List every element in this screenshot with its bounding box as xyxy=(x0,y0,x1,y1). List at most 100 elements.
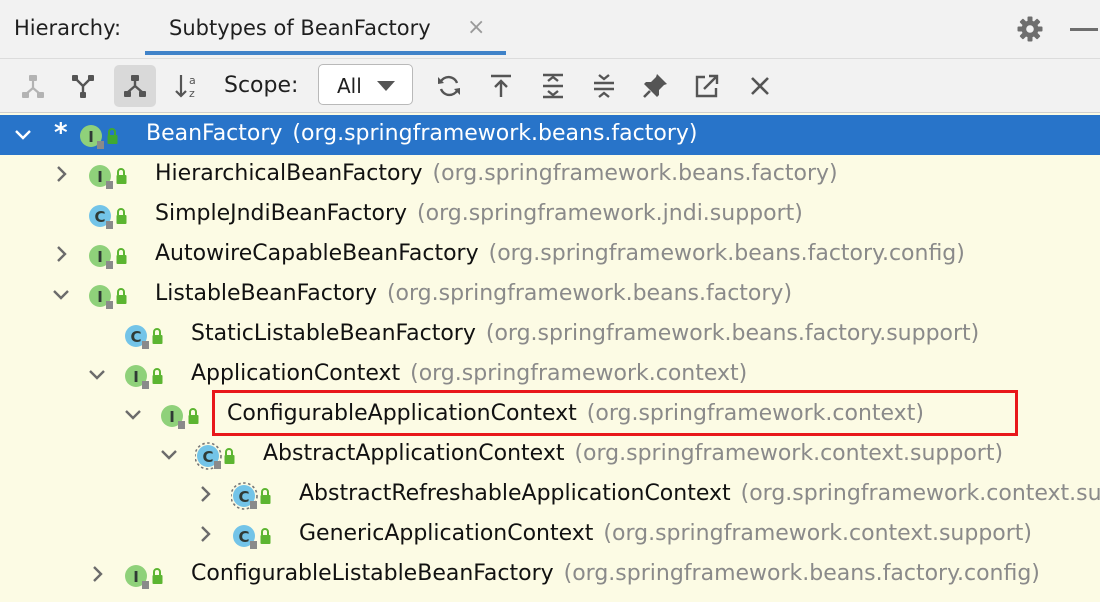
svg-text:C: C xyxy=(202,448,213,466)
collapse-all-icon xyxy=(594,74,614,98)
type-name-label: AbstractRefreshableApplicationContext xyxy=(299,481,731,506)
chevron-down-icon[interactable] xyxy=(51,284,71,304)
package-label: (org.springframework.context.support) xyxy=(740,481,1100,506)
svg-text:I: I xyxy=(97,288,103,306)
interface-icon: I xyxy=(125,565,163,589)
chevron-down-icon[interactable] xyxy=(123,404,143,424)
chevron-right-icon[interactable] xyxy=(87,564,107,584)
type-name-label: HierarchicalBeanFactory xyxy=(155,161,423,186)
hierarchy-toolbar: a z Scope: All xyxy=(0,58,1100,113)
chevron-right-icon[interactable] xyxy=(195,524,215,544)
interface-icon: I xyxy=(89,285,127,309)
tree-row[interactable]: I ConfigurableApplicationContext (org.spri… xyxy=(0,395,1100,435)
svg-text:C: C xyxy=(238,488,249,506)
open-in-window-icon xyxy=(695,74,719,98)
package-label: (org.springframework.beans.factory) xyxy=(432,161,838,186)
subtypes-hierarchy-icon xyxy=(72,75,94,98)
interface-icon: I xyxy=(161,405,199,429)
svg-text:I: I xyxy=(97,248,103,266)
hierarchy-title: Hierarchy: xyxy=(14,16,122,40)
type-name-label: AbstractApplicationContext xyxy=(263,441,565,466)
supertypes-hierarchy-icon xyxy=(22,75,44,98)
tree-row[interactable]: C SimpleJndiBeanFactory (org.springframewo… xyxy=(0,195,1100,235)
export-icon xyxy=(491,74,511,97)
type-name: SimpleJndiBeanFactory (org.springframewor… xyxy=(155,201,803,226)
close-hierarchy-button[interactable] xyxy=(739,65,781,107)
close-icon xyxy=(751,77,769,95)
current-root-marker: * xyxy=(54,118,68,148)
type-name: BeanFactory (org.springframework.beans.fa… xyxy=(146,121,697,146)
tab-subtypes[interactable]: Subtypes of BeanFactory × xyxy=(145,0,506,58)
tree-row[interactable]: I ConfigurableListableBeanFactory (org.spr… xyxy=(0,555,1100,595)
tab-active-indicator xyxy=(145,51,506,55)
chevron-right-icon[interactable] xyxy=(51,164,71,184)
tab-close-icon[interactable]: × xyxy=(467,15,485,41)
gear-icon[interactable] xyxy=(1016,15,1044,43)
supertypes-hierarchy-button[interactable] xyxy=(12,65,54,107)
interface-icon: I xyxy=(80,125,118,149)
class-hierarchy-icon xyxy=(124,75,146,97)
package-label: (org.springframework.context.support) xyxy=(574,441,1004,466)
chevron-down-icon xyxy=(377,81,395,91)
type-name: HierarchicalBeanFactory (org.springframew… xyxy=(155,161,838,186)
svg-text:C: C xyxy=(130,328,141,346)
interface-icon: I xyxy=(89,245,127,269)
refresh-icon xyxy=(438,75,460,97)
svg-text:z: z xyxy=(189,87,195,100)
scope-value: All xyxy=(337,74,362,98)
type-name-label: GenericApplicationContext xyxy=(299,521,594,546)
type-name-label: BeanFactory xyxy=(146,121,283,146)
package-label: (org.springframework.beans.factory.confi… xyxy=(488,241,965,266)
chevron-right-icon[interactable] xyxy=(195,484,215,504)
svg-text:C: C xyxy=(238,528,249,546)
expand-all-button[interactable] xyxy=(532,65,574,107)
class-icon: C xyxy=(231,482,271,510)
refresh-button[interactable] xyxy=(428,65,470,107)
expand-all-icon xyxy=(543,73,563,99)
chevron-down-icon[interactable] xyxy=(13,124,33,144)
package-label: (org.springframework.context.support) xyxy=(603,521,1033,546)
chevron-down-icon[interactable] xyxy=(159,444,179,464)
svg-text:I: I xyxy=(169,408,175,426)
tree-row[interactable]: I ApplicationContext (org.springframework.… xyxy=(0,355,1100,395)
type-name: StaticListableBeanFactory (org.springfram… xyxy=(191,321,979,346)
tree-row[interactable]: C AbstractRefreshableApplicationContext (o… xyxy=(0,475,1100,515)
interface-icon: I xyxy=(89,165,127,189)
type-name-label: ListableBeanFactory xyxy=(155,281,377,306)
type-name: AutowireCapableBeanFactory (org.springfra… xyxy=(155,241,965,266)
class-hierarchy-button[interactable] xyxy=(114,65,156,107)
export-button[interactable] xyxy=(480,65,522,107)
class-icon: C xyxy=(125,325,163,349)
type-name-label: AutowireCapableBeanFactory xyxy=(155,241,479,266)
package-label: (org.springframework.beans.factory) xyxy=(386,281,793,306)
type-name: AbstractRefreshableApplicationContext (or… xyxy=(299,481,1100,506)
open-in-window-button[interactable] xyxy=(686,65,728,107)
minimize-icon[interactable] xyxy=(1070,28,1098,31)
scope-dropdown[interactable]: All xyxy=(318,64,413,105)
tree-row[interactable]: * I BeanFactory (org.springframework.beans.… xyxy=(0,115,1100,155)
hierarchy-tree: * I BeanFactory (org.springframework.beans.… xyxy=(0,114,1100,602)
package-label: (org.springframework.beans.factory.suppo… xyxy=(485,321,980,346)
type-name: AbstractApplicationContext (org.springfra… xyxy=(263,441,1003,466)
type-name-label: ConfigurableListableBeanFactory xyxy=(191,561,554,586)
type-name-label: ApplicationContext xyxy=(191,361,401,386)
scope-label: Scope: xyxy=(224,73,299,98)
tree-row[interactable]: I HierarchicalBeanFactory (org.springframe… xyxy=(0,155,1100,195)
collapse-all-button[interactable] xyxy=(583,65,625,107)
chevron-right-icon[interactable] xyxy=(51,244,71,264)
tree-row[interactable]: C StaticListableBeanFactory (org.springfra… xyxy=(0,315,1100,355)
interface-icon: I xyxy=(125,365,163,389)
sort-alphabetically-button[interactable]: a z xyxy=(166,65,208,107)
tree-row[interactable]: I ListableBeanFactory (org.springframework… xyxy=(0,275,1100,315)
package-label: (org.springframework.context) xyxy=(410,361,748,386)
tree-row[interactable]: I AutowireCapableBeanFactory (org.springfr… xyxy=(0,235,1100,275)
class-icon: C xyxy=(233,525,271,549)
tree-row[interactable]: C AbstractApplicationContext (org.springfr… xyxy=(0,435,1100,475)
chevron-down-icon[interactable] xyxy=(87,364,107,384)
type-name-label: SimpleJndiBeanFactory xyxy=(155,201,408,226)
svg-text:I: I xyxy=(133,568,139,586)
pin-button[interactable] xyxy=(634,65,676,107)
tab-label: Subtypes of BeanFactory xyxy=(169,16,431,40)
subtypes-hierarchy-button[interactable] xyxy=(62,65,104,107)
tree-row[interactable]: C GenericApplicationContext (org.springfra… xyxy=(0,515,1100,555)
